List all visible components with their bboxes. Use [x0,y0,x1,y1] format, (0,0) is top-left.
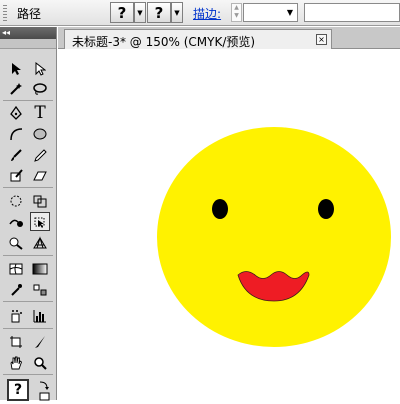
eyedropper-tool[interactable] [6,280,26,299]
right-eye[interactable] [318,199,334,219]
tools-panel-header[interactable]: ◂◂ [0,27,56,39]
eraser-icon [33,171,47,180]
mesh-icon [9,263,23,274]
control-bar: 路径 ? ▼ ? ▼ 描边: ▲ ▼ ▼ [0,0,400,26]
selection-arrow-icon [12,62,21,75]
pen-nib-icon [10,105,22,120]
symbol-sprayer-tool[interactable] [6,306,26,325]
blob-brush-tool[interactable] [6,166,26,185]
eyedropper-icon [11,283,22,296]
scale-icon [33,195,47,207]
document-tab-bar: 未标题-3* @ 150% (CMYK/预览) × [58,27,400,49]
pencil-tool[interactable] [30,145,50,164]
artboard-canvas[interactable] [58,49,400,400]
chevron-down-icon: ▼ [286,8,293,17]
selection-type-label: 路径 [17,7,42,21]
blob-brush-icon [10,168,23,181]
tools-divider [3,100,53,101]
ellipse-icon [33,128,47,139]
magic-wand-icon [10,82,22,95]
left-eye[interactable] [212,199,228,219]
perspective-grid-tool[interactable] [30,233,50,252]
document-tab-title: 未标题-3* @ 150% (CMYK/预览) [72,35,256,49]
control-bar-grip[interactable] [3,5,7,21]
symbol-sprayer-icon [11,309,22,322]
paintbrush-icon [11,148,22,161]
lasso-tool[interactable] [30,79,50,98]
hand-tool[interactable] [6,353,26,372]
collapse-panel-icon[interactable]: ◂◂ [2,28,10,37]
pencil-icon [34,148,47,162]
direct-selection-tool[interactable] [30,59,50,78]
arc-icon [10,127,23,140]
magnifier-icon [34,356,47,370]
shape-builder-icon [9,237,23,250]
question-icon: ? [154,3,164,22]
tools-panel: ◂◂ T ? [0,27,57,401]
slice-tool[interactable] [30,332,50,351]
artwork [157,127,391,347]
rotate-icon [10,195,22,206]
stroke-weight-select[interactable]: ▼ [243,3,298,22]
free-transform-icon [34,217,45,228]
perspective-grid-icon [33,235,47,248]
artboard-tool[interactable] [6,332,26,351]
gradient-tool[interactable] [30,259,50,278]
tools-divider [3,187,53,188]
blend-icon [33,284,47,295]
type-tool[interactable]: T [30,102,50,123]
tools-divider [3,374,53,375]
swap-fill-stroke[interactable] [37,379,51,401]
hand-icon [10,356,23,369]
lasso-icon [33,82,47,95]
shape-builder-tool[interactable] [6,233,26,252]
tools-divider [3,301,53,302]
warp-tool[interactable] [6,212,26,231]
fill-swatch[interactable]: ? [7,379,29,401]
stroke-weight-spinner[interactable]: ▲ ▼ [231,3,242,22]
type-t-icon: T [34,102,46,123]
chevron-down-icon: ▼ [137,8,143,17]
fill-dropdown-button[interactable]: ▼ [134,2,146,23]
rotate-tool[interactable] [6,191,26,210]
question-icon: ? [13,382,23,398]
gradient-icon [32,263,48,274]
warp-icon [9,219,23,227]
tools-divider [3,255,53,256]
column-graph-icon [33,309,46,322]
fill-color-button[interactable]: ? [110,2,134,23]
scale-tool[interactable] [30,191,50,210]
tools-panel-grip[interactable] [0,39,56,49]
artboard-icon [10,335,22,348]
column-graph-tool[interactable] [30,306,50,325]
ellipse-tool[interactable] [30,124,50,143]
free-transform-tool[interactable] [30,212,50,231]
style-field[interactable] [304,3,400,22]
tools-divider [3,328,53,329]
mesh-tool[interactable] [6,259,26,278]
paintbrush-tool[interactable] [6,145,26,164]
zoom-tool[interactable] [30,353,50,372]
direct-selection-icon [35,61,46,76]
stroke-link[interactable]: 描边: [193,5,221,22]
eraser-tool[interactable] [30,166,50,185]
stroke-dropdown-button[interactable]: ▼ [171,2,183,23]
swap-arrow-icon [39,381,50,401]
magic-wand-tool[interactable] [6,79,26,98]
stroke-color-button[interactable]: ? [147,2,171,23]
close-icon[interactable]: × [316,34,327,45]
pen-tool[interactable] [6,103,26,122]
arc-tool[interactable] [6,124,26,143]
slice-knife-icon [35,335,45,348]
chevron-down-icon: ▼ [174,8,180,17]
blend-tool[interactable] [30,280,50,299]
document-tab[interactable]: 未标题-3* @ 150% (CMYK/预览) × [64,29,332,49]
smiley-face[interactable] [157,127,391,347]
question-icon: ? [117,3,127,22]
selection-tool[interactable] [6,59,26,78]
